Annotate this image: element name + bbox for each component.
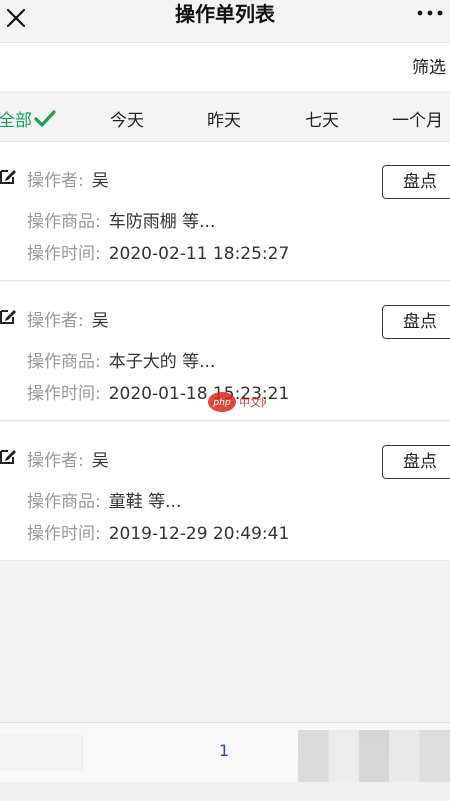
goods-row: 操作商品: 本子大的 等... [27,347,215,372]
operator-value: 吴 [91,171,109,191]
goods-label: 操作商品: [27,212,101,232]
operator-value: 吴 [91,311,109,331]
page-title: 操作单列表 [175,2,275,26]
edit-icon [0,170,16,184]
operator-label: 操作者: [27,171,84,191]
tab-all[interactable]: 全部 [0,106,56,131]
list-item[interactable]: 操作者: 吴 操作商品: 车防雨棚 等... 操作时间: 2020-02-11 18:… [0,142,450,281]
tab-label: 全部 [0,111,32,131]
edit-icon [0,310,16,324]
date-range-tabs: 全部 今天 昨天 七天 一个月 [0,92,450,142]
goods-value: 车防雨棚 等... [108,212,216,232]
operator-label: 操作者: [27,311,84,331]
check-icon [34,110,56,127]
time-row: 操作时间: 2020-02-11 18:25:27 [27,239,289,264]
time-value: 2019-12-29 20:49:41 [108,524,290,544]
goods-row: 操作商品: 车防雨棚 等... [27,207,215,232]
time-label: 操作时间: [27,384,101,404]
filter-bar: 筛选 [0,43,450,91]
time-label: 操作时间: [27,524,101,544]
count-button[interactable]: 盘点 [382,305,450,339]
svg-text:php: php [212,398,230,408]
top-navigation-bar: 操作单列表 [0,0,450,43]
operator-label: 操作者: [27,451,84,471]
time-label: 操作时间: [27,244,101,264]
time-value: 2020-02-11 18:25:27 [108,244,290,264]
operator-row: 操作者: 吴 [27,166,109,191]
tab-today[interactable]: 今天 [110,106,144,131]
goods-value: 童鞋 等... [108,492,182,512]
svg-text:中文网: 中文网 [239,395,266,409]
count-button[interactable]: 盘点 [382,445,450,479]
operator-row: 操作者: 吴 [27,306,109,331]
goods-label: 操作商品: [27,492,101,512]
watermark-logo: php 中文网 [208,392,266,412]
edit-icon [0,450,16,464]
goods-label: 操作商品: [27,352,101,372]
more-icon[interactable] [414,3,446,23]
operator-row: 操作者: 吴 [27,446,109,471]
bottom-strip [0,782,450,801]
goods-row: 操作商品: 童鞋 等... [27,487,181,512]
list-item[interactable]: 操作者: 吴 操作商品: 童鞋 等... 操作时间: 2019-12-29 20:49… [0,422,450,561]
current-page-number[interactable]: 1 [219,741,229,760]
time-row: 操作时间: 2019-12-29 20:49:41 [27,519,289,544]
tab-one-month[interactable]: 一个月 [392,106,443,131]
goods-value: 本子大的 等... [108,352,216,372]
previous-page-button[interactable] [0,735,83,771]
count-button[interactable]: 盘点 [382,165,450,199]
operator-value: 吴 [91,451,109,471]
filter-button[interactable]: 筛选 [412,53,446,78]
tab-seven-days[interactable]: 七天 [305,106,339,131]
tab-yesterday[interactable]: 昨天 [207,106,241,131]
